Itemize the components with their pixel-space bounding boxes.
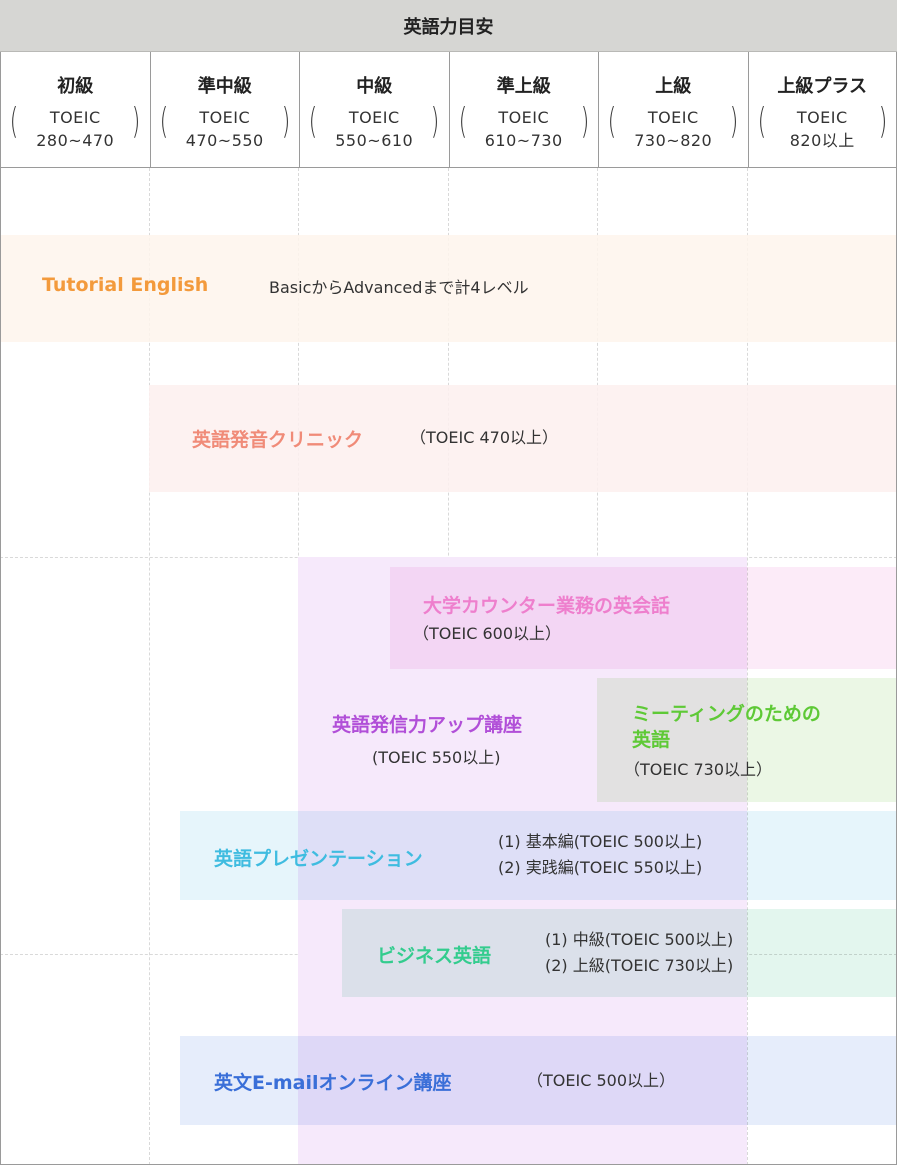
level-name: 初級 <box>57 76 94 97</box>
course-title-counter-english: 大学カウンター業務の英会話 <box>423 595 671 617</box>
course-title-presentation: 英語プレゼンテーション <box>214 848 423 870</box>
level-name: 準上級 <box>496 76 551 97</box>
close-paren-glyph: ) <box>730 101 739 142</box>
course-note-email-online: （TOEIC 500以上） <box>527 1071 675 1090</box>
course-title-tutorial-english: Tutorial English <box>42 274 209 296</box>
close-paren-glyph: ) <box>281 101 291 142</box>
level-column-beginner: 初級 ( TOEIC 280~470 ) <box>0 52 150 167</box>
course-note-presentation: (1) 基本編(TOEIC 500以上) (2) 実践編(TOEIC 550以上) <box>498 832 703 877</box>
course-title-business-english: ビジネス英語 <box>377 945 492 967</box>
level-name: 上級プラス <box>777 76 868 97</box>
course-note-pronunciation-clinic: （TOEIC 470以上） <box>410 428 558 447</box>
close-paren-glyph: ) <box>580 101 590 142</box>
chart-title-bar: 英語力目安 <box>0 0 897 52</box>
course-note-tutorial-english: BasicからAdvancedまで計4レベル <box>269 278 529 297</box>
level-column-advanced: 上級 ( TOEIC 730~820 ) <box>598 52 748 167</box>
level-toeic-range: TOEIC 820以上 <box>789 108 855 150</box>
course-title-email-online: 英文E-mailオンライン講座 <box>214 1072 452 1094</box>
level-header-row: 初級 ( TOEIC 280~470 ) 準中級 ( TOEIC 470~550 )… <box>0 52 897 168</box>
course-note-output-skills: (TOEIC 550以上) <box>372 748 501 767</box>
level-toeic-range: TOEIC 610~730 <box>484 108 563 150</box>
course-note-meeting-english: （TOEIC 730以上） <box>624 760 772 779</box>
level-column-pre-advanced: 準上級 ( TOEIC 610~730 ) <box>448 52 599 167</box>
level-toeic-range: TOEIC 470~550 <box>185 108 264 150</box>
level-column-pre-intermediate: 準中級 ( TOEIC 470~550 ) <box>149 52 300 167</box>
level-name: 中級 <box>356 76 393 97</box>
course-title-output-skills: 英語発信力アップ講座 <box>332 714 523 736</box>
close-paren-glyph: ) <box>132 101 141 142</box>
level-name: 準中級 <box>197 76 252 97</box>
course-band-counter-english <box>390 567 897 669</box>
level-toeic-range: TOEIC 550~610 <box>335 108 414 150</box>
close-paren-glyph: ) <box>878 101 888 142</box>
frame-border-left <box>0 52 1 1165</box>
close-paren-glyph: ) <box>431 101 440 142</box>
level-column-intermediate: 中級 ( TOEIC 550~610 ) <box>299 52 449 167</box>
course-note-counter-english: （TOEIC 600以上） <box>413 624 561 643</box>
course-title-pronunciation-clinic: 英語発音クリニック <box>192 429 364 451</box>
level-column-advanced-plus: 上級プラス ( TOEIC 820以上 ) <box>747 52 897 167</box>
level-toeic-range: TOEIC 730~820 <box>634 108 713 150</box>
course-title-meeting-english: ミーティングのための 英語 <box>632 703 821 751</box>
course-note-business-english: (1) 中級(TOEIC 500以上) (2) 上級(TOEIC 730以上) <box>545 930 734 975</box>
chart-title: 英語力目安 <box>403 16 494 38</box>
level-toeic-range: TOEIC 280~470 <box>36 108 115 150</box>
level-name: 上級 <box>655 76 692 97</box>
